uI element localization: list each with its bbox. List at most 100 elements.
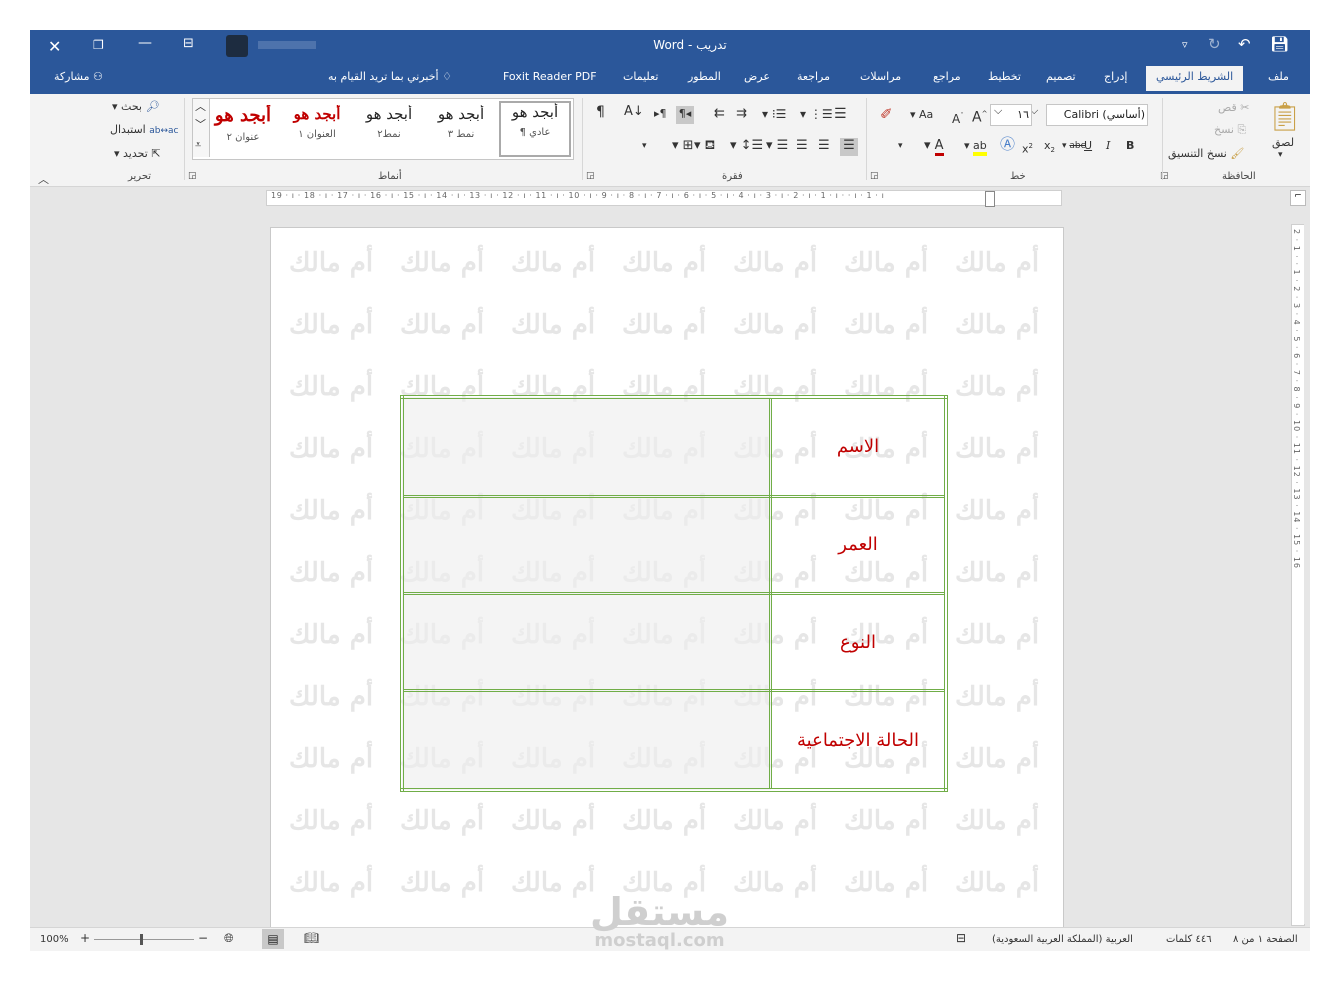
subscript-icon[interactable]: x2 (1044, 138, 1055, 158)
cut-button[interactable]: قص ✂ (1218, 101, 1249, 114)
font-size-dropdown-icon[interactable]: ⌵ (994, 104, 1002, 118)
redo-icon[interactable]: ↻ (1208, 35, 1221, 53)
superscript-icon[interactable]: x2 (1022, 138, 1033, 158)
value-cell[interactable] (400, 494, 772, 595)
value-cell[interactable] (400, 591, 772, 693)
highlight-icon[interactable]: ▾ ab (964, 138, 987, 156)
print-layout-icon[interactable]: ▤ (262, 929, 284, 949)
horizontal-ruler[interactable]: 19 · ı · 18 · ı · 17 · ı · 16 · ı · 15 ·… (266, 190, 1062, 207)
rtl-direction-icon[interactable]: ¶◂ (676, 106, 694, 124)
select-button[interactable]: ▾ تحديد ⇱ (114, 147, 161, 160)
more-styles-icon[interactable]: ⩡ (195, 137, 201, 153)
restore-icon[interactable]: ❐ (93, 38, 104, 52)
style-heading-2[interactable]: أبجد هو عنوان ٢ (213, 105, 273, 157)
shrink-font-icon[interactable]: Aˇ (952, 108, 964, 127)
style-2[interactable]: أبجد هو نمط٢ (355, 105, 423, 157)
tell-me-box[interactable]: أخبرني بما تريد القيام به ♢ (328, 70, 452, 83)
italic-icon[interactable]: I (1106, 138, 1110, 154)
tab-selector-icon[interactable]: ⌐ (1290, 190, 1306, 206)
read-mode-icon[interactable]: 📖︎ (304, 931, 319, 945)
tab-design[interactable]: تصميم (1046, 70, 1076, 83)
label-cell[interactable]: النوع (769, 591, 948, 693)
bold-icon[interactable]: B (1126, 138, 1134, 154)
value-cell[interactable] (400, 395, 772, 498)
web-layout-icon[interactable]: 🌐︎ (224, 931, 234, 946)
avatar[interactable] (226, 35, 248, 57)
macro-record-icon[interactable]: ⊟ (956, 931, 966, 945)
tab-file[interactable]: ملف (1268, 70, 1289, 83)
align-left-icon[interactable]: ☰ (796, 138, 808, 154)
font-name-select[interactable]: Calibri (أساسي) (1046, 104, 1148, 126)
clear-format-icon[interactable]: ✐ (880, 106, 893, 122)
text-effects-icon[interactable]: Ⓐ (1000, 136, 1015, 152)
paste-dropdown-icon[interactable]: ▾ (1278, 150, 1283, 160)
page-count[interactable]: الصفحة ١ من ٨ (1233, 934, 1298, 945)
style-normal[interactable]: أبجد هو ¶ عادي (499, 101, 571, 157)
borders-dropdown-icon[interactable]: ▾ (642, 138, 647, 154)
close-icon[interactable]: ✕ (48, 37, 61, 56)
zoom-out-button[interactable]: − (198, 931, 208, 945)
bullets-icon[interactable]: ▾ ⁝☰ (762, 106, 786, 122)
font-launcher-icon[interactable]: ◲ (870, 171, 879, 181)
strikethrough-icon[interactable]: ▾ abc (1062, 138, 1086, 154)
tab-insert[interactable]: إدراج (1104, 70, 1127, 83)
format-painter-button[interactable]: نسخ التنسيق 🖌︎ (1168, 147, 1244, 160)
zoom-slider-thumb[interactable] (140, 934, 143, 945)
paragraph-launcher-icon[interactable]: ◲ (586, 171, 595, 181)
collapse-ribbon-icon[interactable]: ︿ (38, 171, 49, 187)
multilevel-list-icon[interactable]: ☰ (834, 106, 847, 122)
align-center-icon[interactable]: ☰ (818, 138, 830, 154)
paste-icon[interactable]: 📋︎ (1267, 100, 1303, 133)
replace-button[interactable]: استبدال ab↔ac (110, 123, 178, 136)
tab-help[interactable]: تعليمات (623, 70, 658, 83)
sort-icon[interactable]: A↓ (624, 104, 644, 120)
change-case-button[interactable]: ▾ Aa (910, 108, 933, 121)
customize-qat-icon[interactable]: ▿ (1182, 38, 1188, 51)
language-status[interactable]: العربية (المملكة العربية السعودية) (992, 934, 1133, 945)
ltr-direction-icon[interactable]: ▸¶ (654, 106, 667, 122)
grow-font-icon[interactable]: A^ (972, 106, 987, 126)
font-color-dropdown-icon[interactable]: ▾ (898, 138, 903, 154)
share-button[interactable]: مشاركة ⚇ (54, 70, 103, 83)
tab-mailings[interactable]: مراسلات (860, 70, 901, 83)
tab-references[interactable]: مراجع (933, 70, 961, 83)
info-table[interactable]: الاسم العمر النوع الحالة الاجتماعية (400, 395, 948, 792)
copy-button[interactable]: نسخ ⎘ (1214, 123, 1246, 137)
line-spacing-icon[interactable]: ▾ ↕☰ (730, 138, 763, 154)
vertical-ruler[interactable]: 2 · 1 · · 1 · 2 · 3 · 4 · 5 · 6 · 7 · 8 … (1291, 224, 1305, 926)
chevron-down-icon[interactable]: ﹀ (195, 117, 206, 133)
word-count[interactable]: ٤٤٦ كلمات (1166, 934, 1212, 945)
style-3[interactable]: أبجد هو نمط ٣ (427, 105, 495, 157)
tab-foxit[interactable]: Foxit Reader PDF (503, 70, 597, 83)
zoom-level[interactable]: 100% (40, 934, 69, 945)
justify-icon[interactable]: ▾ ☰ (766, 138, 788, 154)
borders-icon[interactable]: ▾ ⊞ (672, 138, 694, 154)
show-marks-icon[interactable]: ¶ (596, 104, 605, 120)
numbering-icon[interactable]: ▾ ⋮☰ (800, 106, 833, 122)
indent-marker[interactable] (985, 191, 995, 207)
vertical-scrollbar[interactable] (1304, 224, 1310, 924)
decrease-indent-icon[interactable]: ⇇ (714, 106, 725, 122)
save-icon[interactable]: 💾︎ (1270, 35, 1289, 53)
value-cell[interactable] (400, 689, 772, 792)
label-cell[interactable]: الحالة الاجتماعية (769, 689, 948, 792)
tab-view[interactable]: عرض (744, 70, 770, 83)
label-cell[interactable]: العمر (769, 494, 948, 595)
chevron-up-icon[interactable]: ︿ (195, 99, 206, 115)
tab-home[interactable]: الشريط الرئيسي (1146, 66, 1244, 91)
shading-icon[interactable]: ▾ ⛾ (694, 138, 715, 154)
style-heading-1[interactable]: أبجد هو العنوان ١ (283, 105, 351, 157)
zoom-in-button[interactable]: + (80, 931, 90, 945)
paste-button[interactable]: لصق (1272, 136, 1294, 149)
ribbon-display-icon[interactable]: ⊟ (183, 36, 194, 51)
undo-icon[interactable]: ↶ (1238, 35, 1251, 53)
tab-review[interactable]: مراجعة (797, 70, 830, 83)
tab-layout[interactable]: تخطيط (988, 70, 1021, 83)
styles-launcher-icon[interactable]: ◲ (188, 171, 197, 181)
tab-developer[interactable]: المطور (688, 70, 721, 83)
label-cell[interactable]: الاسم (769, 395, 948, 498)
font-color-icon[interactable]: ▾ A (924, 138, 944, 156)
document-page[interactable]: أم مالك أم مالك أم مالك أم مالك أم مالك أم ما… (270, 227, 1064, 951)
minimize-icon[interactable]: — (138, 35, 152, 51)
zoom-slider[interactable] (94, 939, 194, 940)
